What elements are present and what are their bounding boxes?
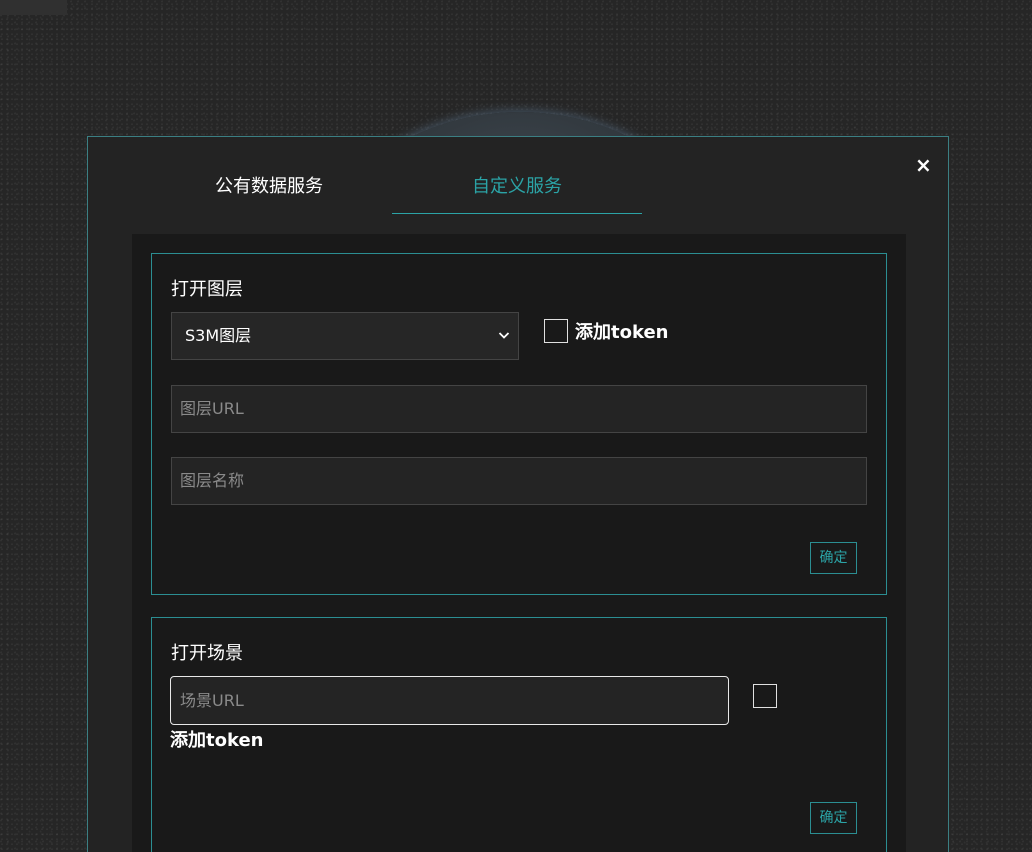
layer-confirm-button[interactable]: 确定 [810, 542, 857, 574]
top-left-toolbar-stub [0, 0, 67, 15]
layer-add-token-label: 添加token [575, 322, 669, 343]
open-layer-section: 打开图层 S3M图层 添加token 图层URL 图层名称 确定 [151, 253, 887, 595]
layer-name-input[interactable]: 图层名称 [171, 457, 867, 505]
chevron-down-icon [498, 332, 510, 339]
close-icon[interactable]: × [915, 153, 932, 177]
tab-custom-service[interactable]: 自定义服务 [392, 175, 642, 214]
layer-type-selected-value: S3M图层 [185, 326, 252, 345]
tab-public-data-service[interactable]: 公有数据服务 [199, 175, 339, 213]
open-scene-title: 打开场景 [171, 643, 243, 664]
open-scene-section: 打开场景 场景URL 添加token 确定 [151, 617, 887, 852]
scene-url-input[interactable]: 场景URL [170, 676, 729, 725]
tab-content-panel: 打开图层 S3M图层 添加token 图层URL 图层名称 确定 打开场景 场景… [132, 234, 906, 852]
layer-add-token-checkbox[interactable] [544, 319, 568, 343]
layer-type-select[interactable]: S3M图层 [171, 312, 519, 360]
scene-confirm-button[interactable]: 确定 [810, 802, 857, 834]
add-data-dialog: × 公有数据服务 自定义服务 打开图层 S3M图层 添加token 图层URL … [87, 136, 949, 852]
open-layer-title: 打开图层 [171, 279, 243, 300]
scene-add-token-label: 添加token [170, 730, 264, 751]
layer-url-input[interactable]: 图层URL [171, 385, 867, 433]
scene-add-token-checkbox[interactable] [753, 684, 777, 708]
